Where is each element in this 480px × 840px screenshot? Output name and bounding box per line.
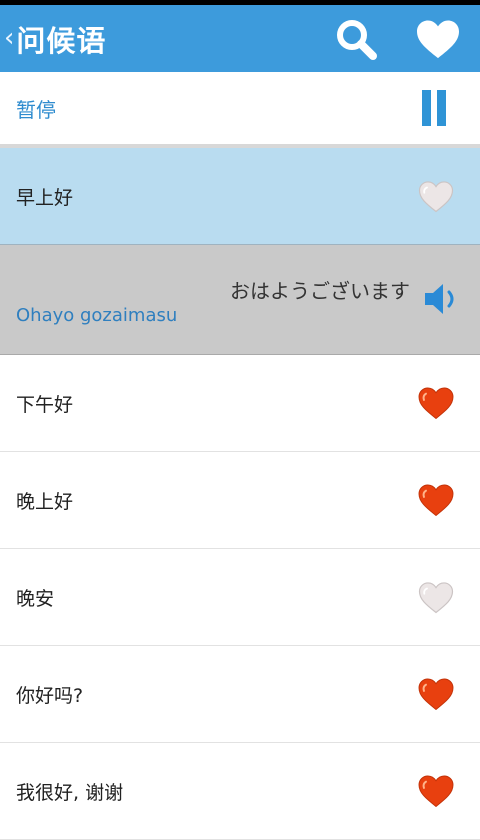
phrase-text: 晚上好 [16,490,74,513]
list-item[interactable]: 我很好, 谢谢 [0,743,480,840]
favorite-toggle[interactable] [410,170,462,222]
heart-filled-icon [418,678,454,711]
favorite-toggle[interactable] [410,474,462,526]
chevron-left-icon: ‹ [4,22,15,53]
speaker-icon [425,284,454,314]
phrase-text: 下午好 [16,393,74,416]
play-audio-button[interactable] [418,275,466,323]
back-button[interactable]: ‹ 问候语 [0,5,106,72]
page-title: 问候语 [16,23,107,58]
heart-filled-icon [418,775,454,808]
heart-filled-icon [418,387,454,420]
favorite-toggle[interactable] [410,377,462,429]
phrase-text: 晚安 [16,587,55,610]
phrase-text: 你好吗? [16,684,84,707]
phrase-text: 早上好 [16,186,74,209]
phrase-text: 我很好, 谢谢 [16,781,124,804]
app-bar: ‹ 问候语 [0,5,480,72]
heart-outline-icon [418,581,454,613]
heart-outline-icon [418,180,454,212]
playback-bar: 暂停 [0,72,480,144]
pause-button[interactable] [412,86,456,130]
heart-icon [417,19,459,58]
list-item[interactable]: 晚上好 [0,452,480,549]
favorites-button[interactable] [408,9,468,69]
phrase-detail-panel: おはようございます Ohayo gozaimasu [0,245,480,355]
heart-filled-icon [418,484,454,517]
list-item[interactable]: 你好吗? [0,646,480,743]
romaji-text: Ohayo gozaimasu [16,305,178,326]
list-item[interactable]: 晚安 [0,549,480,646]
list-item[interactable]: 下午好 [0,355,480,452]
search-button[interactable] [326,9,386,69]
favorite-toggle[interactable] [410,668,462,720]
search-icon [337,19,377,60]
pause-icon [422,90,431,126]
favorite-toggle[interactable] [410,765,462,817]
japanese-text: おはようございます [230,279,410,303]
phrase-list: 早上好 おはようございます Ohayo gozaimasu 下午好 晚上好 晚安… [0,148,480,840]
list-item[interactable]: 早上好 [0,148,480,245]
favorite-toggle[interactable] [410,571,462,623]
pause-label[interactable]: 暂停 [16,94,412,123]
